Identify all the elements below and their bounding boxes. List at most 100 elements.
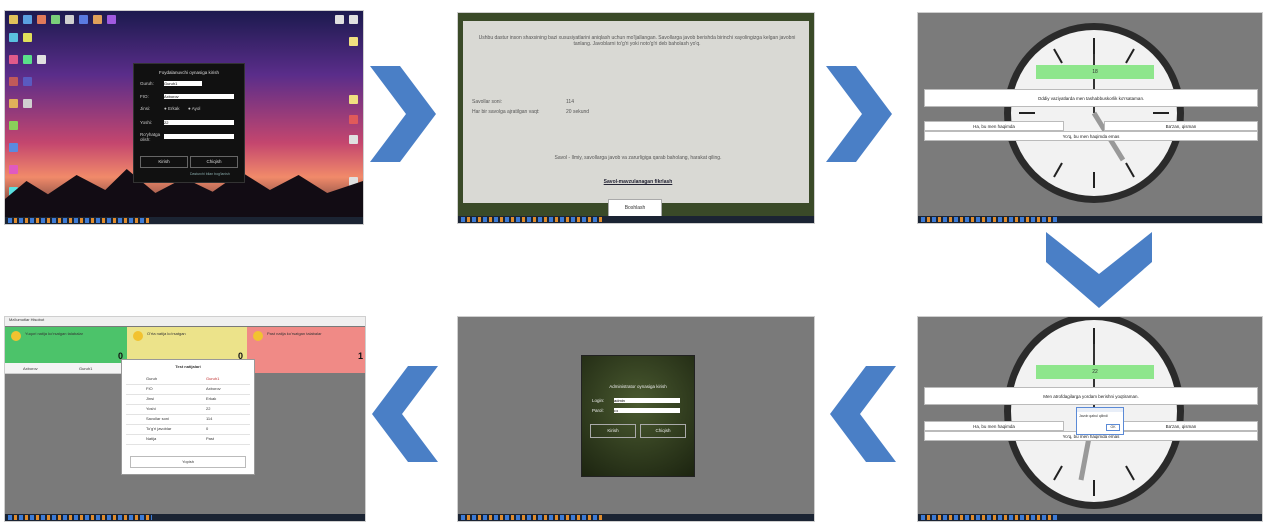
arrow-left-icon bbox=[830, 366, 896, 462]
stat-label: Har bir savolga ajratilgan vaqt: bbox=[472, 109, 540, 115]
clock-face bbox=[1004, 23, 1184, 203]
stat-label: Savollar soni: bbox=[472, 99, 503, 105]
desktop-icon[interactable] bbox=[9, 121, 18, 130]
column-title: Yuqori natija ko'rsatgan talabalar bbox=[25, 331, 83, 336]
row-value: 114 bbox=[206, 416, 213, 421]
arrow-right-icon bbox=[826, 66, 892, 162]
answer-option[interactable]: Ba'zan, qisman bbox=[1104, 121, 1258, 131]
table-row-highlight[interactable] bbox=[249, 363, 365, 373]
desktop-icon[interactable] bbox=[9, 143, 18, 152]
desktop-icon[interactable] bbox=[23, 77, 32, 86]
column-title: O'rta natija ko'rsatgan bbox=[147, 331, 186, 336]
enter-button[interactable]: Kirish bbox=[590, 424, 636, 438]
row-value: 22 bbox=[206, 406, 211, 411]
desktop-icon[interactable] bbox=[349, 15, 358, 24]
row-key: To'g'ri javoblar bbox=[146, 426, 172, 431]
screenshot-admin-login: Administrator oynasiga kirish Login: adm… bbox=[457, 316, 815, 522]
fio-input[interactable]: Axborov bbox=[164, 94, 234, 99]
stat-value: 20 sekund bbox=[566, 109, 590, 115]
question-text: Men atrofdagilarga yordam berishni yoqti… bbox=[924, 387, 1258, 405]
answer-option[interactable]: Ha, bu men haqimda bbox=[924, 121, 1064, 131]
taskbar-icons[interactable] bbox=[921, 217, 1059, 222]
results-dialog: Test natijalari Guruh Guruh1 FIO Axborov J… bbox=[121, 359, 255, 475]
gender-radio-male[interactable]: ● Erkak bbox=[164, 106, 179, 111]
taskbar bbox=[918, 514, 1262, 521]
desktop-icon[interactable] bbox=[9, 77, 18, 86]
desktop-icon[interactable] bbox=[23, 33, 32, 42]
arrow-down-icon bbox=[1046, 232, 1152, 308]
instructions-text: Ushbu dastur inson shaxsining bazi xusus… bbox=[478, 35, 796, 47]
age-input[interactable]: 22 bbox=[164, 120, 234, 125]
enter-button[interactable]: Kirish bbox=[140, 156, 188, 168]
gender-radio-female[interactable]: ● Ayol bbox=[188, 106, 200, 111]
screenshot-question-popup: 22 Men atrofdagilarga yordam berishni yo… bbox=[917, 316, 1263, 522]
confirm-popup: Javob qabul qilindi OK bbox=[1076, 407, 1124, 435]
desktop-icon[interactable] bbox=[107, 15, 116, 24]
answer-option[interactable]: Ba'zan, qisman bbox=[1104, 421, 1258, 431]
desktop-icon[interactable] bbox=[37, 55, 46, 64]
user-login-dialog: Foydalanuvchi oynasiga kirish Guruh: Gur… bbox=[133, 63, 245, 183]
taskbar bbox=[458, 216, 814, 223]
taskbar bbox=[5, 217, 363, 224]
popup-ok-button[interactable]: OK bbox=[1106, 424, 1120, 431]
desktop-icon[interactable] bbox=[37, 15, 46, 24]
login-label: Login: bbox=[592, 398, 605, 403]
desktop-icon[interactable] bbox=[9, 33, 18, 42]
desktop-icon[interactable] bbox=[9, 15, 18, 24]
desktop-icon[interactable] bbox=[9, 165, 18, 174]
start-button[interactable]: Boshlash bbox=[608, 199, 662, 217]
register-input[interactable] bbox=[164, 134, 234, 139]
row-value: Axborov bbox=[206, 386, 221, 391]
desktop-icon[interactable] bbox=[349, 135, 358, 144]
desktop-icon[interactable] bbox=[93, 15, 102, 24]
smile-icon bbox=[11, 331, 21, 341]
topic-link[interactable]: Savol-mavzulanagan fikrlash bbox=[578, 179, 698, 185]
row-key: Guruh bbox=[146, 376, 158, 381]
desktop-icon[interactable] bbox=[23, 55, 32, 64]
taskbar-icons[interactable] bbox=[461, 515, 604, 520]
desktop-icon[interactable] bbox=[349, 37, 358, 46]
result-column-high: Yuqori natija ko'rsatgan talabalar 0 bbox=[5, 327, 127, 363]
row-key: FIO bbox=[146, 386, 153, 391]
desktop-icon[interactable] bbox=[9, 55, 18, 64]
dialog-title: Foydalanuvchi oynasiga kirish bbox=[158, 70, 220, 75]
column-title: Past natija ko'rsatgan talabalar bbox=[267, 331, 322, 336]
answer-option[interactable]: Ha, bu men haqimda bbox=[924, 421, 1064, 431]
taskbar-icons[interactable] bbox=[8, 218, 152, 223]
desktop-icon[interactable] bbox=[349, 95, 358, 104]
field-label: FIO: bbox=[140, 94, 149, 99]
menu-bar[interactable]: Ma'lumotlar Hisobot bbox=[5, 317, 365, 326]
row-value: Past bbox=[206, 436, 215, 441]
row-key: Savollar soni bbox=[146, 416, 169, 421]
desktop-icon[interactable] bbox=[51, 15, 60, 24]
taskbar bbox=[458, 514, 814, 521]
exit-button[interactable]: Chiqish bbox=[190, 156, 238, 168]
desktop-icon[interactable] bbox=[23, 99, 32, 108]
close-button[interactable]: Yopish bbox=[130, 456, 246, 468]
password-input[interactable]: ••• bbox=[614, 408, 680, 413]
row-group: Guruh1 bbox=[79, 366, 93, 371]
desktop-icon[interactable] bbox=[335, 15, 344, 24]
group-input[interactable]: Guruh1 bbox=[164, 81, 202, 86]
desktop-icon[interactable] bbox=[23, 15, 32, 24]
sad-face-icon bbox=[253, 331, 263, 341]
dialog-title: Administrator oynasiga kirish bbox=[609, 384, 667, 389]
field-label: Jinsi: bbox=[140, 106, 151, 111]
desktop-icon[interactable] bbox=[9, 99, 18, 108]
neutral-face-icon bbox=[133, 331, 143, 341]
desktop-icon[interactable] bbox=[65, 15, 74, 24]
desktop-icon[interactable] bbox=[79, 15, 88, 24]
taskbar-icons[interactable] bbox=[921, 515, 1059, 520]
taskbar-icons[interactable] bbox=[461, 217, 604, 222]
answer-option[interactable]: Yo'q, bu men haqimda emas bbox=[924, 131, 1258, 141]
screenshot-desktop-login: Foydalanuvchi oynasiga kirish Guruh: Gur… bbox=[4, 10, 364, 225]
taskbar-icons[interactable] bbox=[8, 515, 152, 520]
result-column-mid: O'rta natija ko'rsatgan 0 bbox=[127, 327, 247, 363]
desktop-icon[interactable] bbox=[349, 115, 358, 124]
developer-link[interactable]: Dasturchi bilan bog'lanish bbox=[190, 172, 230, 176]
exit-button[interactable]: Chiqish bbox=[640, 424, 686, 438]
question-counter: 22 bbox=[1036, 365, 1154, 379]
admin-login-dialog: Administrator oynasiga kirish Login: adm… bbox=[581, 355, 695, 477]
login-input[interactable]: admin bbox=[614, 398, 680, 403]
table-row[interactable]: Axborov Guruh1 bbox=[5, 363, 127, 374]
